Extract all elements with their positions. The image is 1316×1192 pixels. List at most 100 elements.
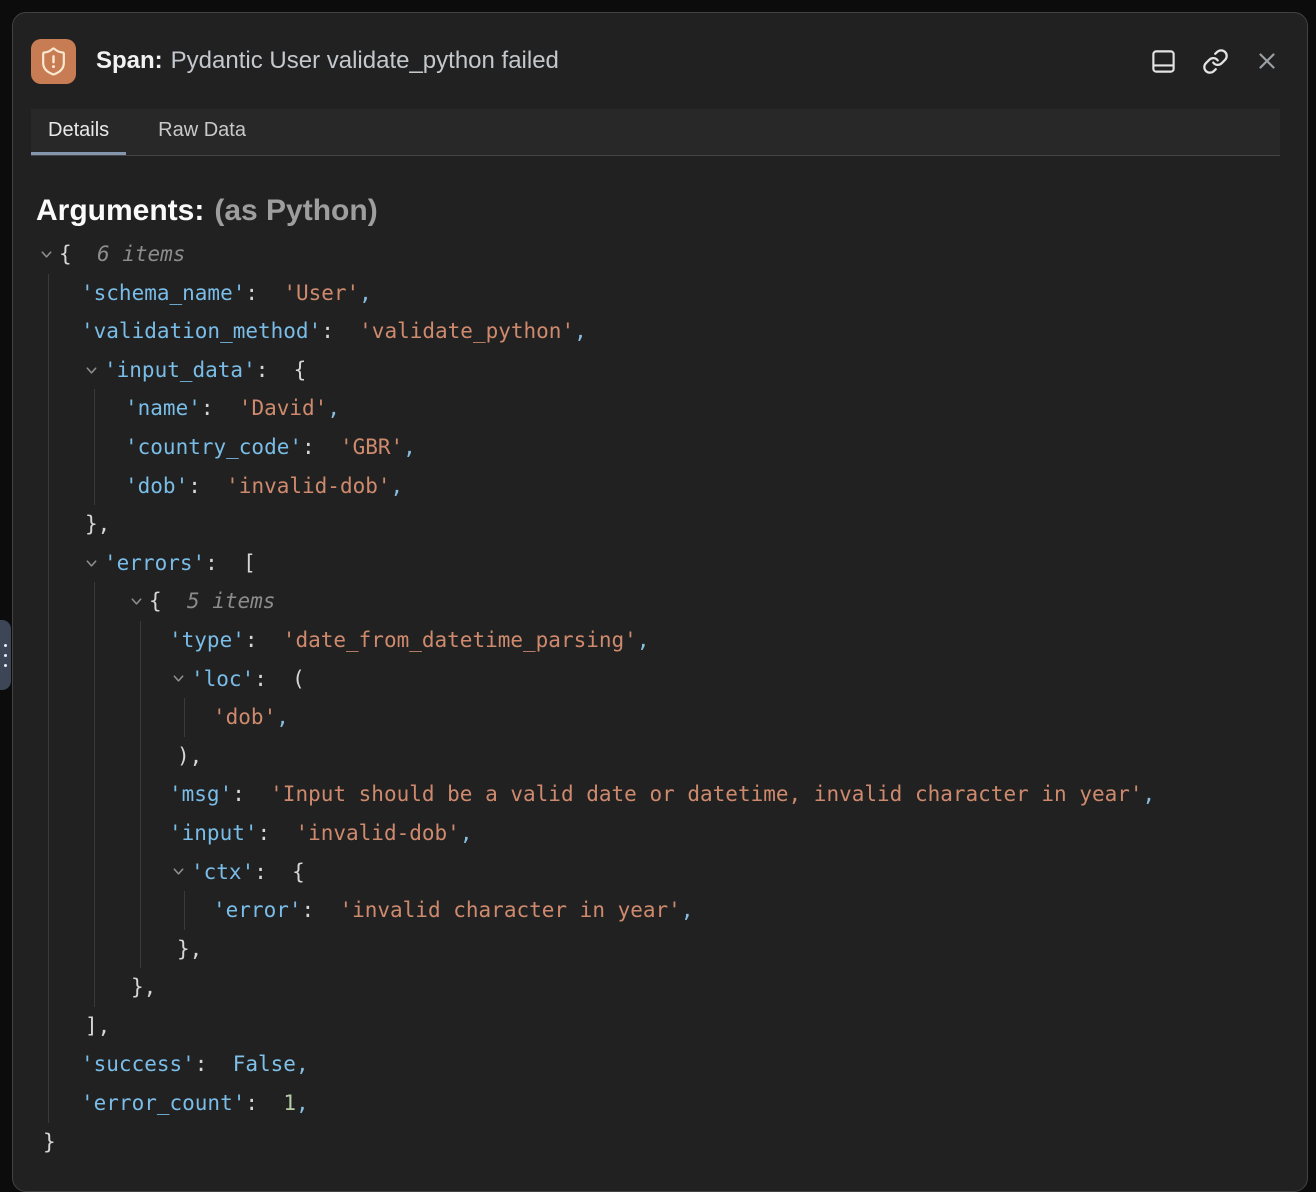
token-punct: : — [302, 435, 340, 459]
token-str: 'invalid-dob' — [295, 821, 459, 845]
span-detail-panel: Span:Pydantic User validate_python faile… — [12, 12, 1308, 1192]
indent-guide — [140, 853, 141, 892]
token-key: 'name' — [125, 396, 201, 420]
tree-row: 'type': 'date_from_datetime_parsing', — [13, 621, 1307, 660]
copy-link-button[interactable] — [1201, 47, 1229, 75]
token-comma: , — [296, 1052, 309, 1076]
token-punct: ), — [177, 744, 202, 768]
indent-guide — [48, 621, 49, 660]
token-key: 'validation_method' — [81, 319, 321, 343]
indent-guide — [94, 660, 95, 699]
chevron-down-icon[interactable] — [170, 864, 186, 880]
indent-guide — [48, 351, 49, 390]
chevron-down-icon[interactable] — [83, 362, 99, 378]
indent-guide — [94, 467, 95, 506]
indent-guide — [94, 814, 95, 853]
tree-row: 'name': 'David', — [13, 389, 1307, 428]
token-items: 6 items — [97, 242, 186, 266]
token-comma: , — [327, 396, 340, 420]
indent-guide — [140, 698, 141, 737]
token-punct: : — [321, 319, 359, 343]
token-key: 'dob' — [125, 474, 188, 498]
panel-resize-handle[interactable] — [0, 620, 11, 690]
indent-guide — [48, 698, 49, 737]
indent-guide — [140, 660, 141, 699]
tree-row: 'error_count': 1, — [13, 1084, 1307, 1123]
token-key: 'errors' — [104, 551, 205, 575]
indent-guide — [140, 621, 141, 660]
token-key: 'success' — [81, 1052, 195, 1076]
indent-guide — [140, 814, 141, 853]
indent-guide — [48, 814, 49, 853]
token-key: 'error_count' — [81, 1091, 245, 1115]
chevron-down-icon[interactable] — [38, 246, 54, 262]
tree-row: }, — [13, 505, 1307, 544]
indent-guide — [140, 891, 141, 930]
token-str: 'Input should be a valid date or datetim… — [270, 782, 1142, 806]
token-key: 'country_code' — [125, 435, 302, 459]
tree-row: } — [13, 1123, 1307, 1162]
token-str: 'date_from_datetime_parsing' — [283, 628, 637, 652]
indent-guide — [48, 274, 49, 313]
chevron-down-icon[interactable] — [128, 594, 144, 610]
indent-guide — [48, 930, 49, 969]
token-punct: : — [302, 898, 340, 922]
token-punct: }, — [131, 975, 156, 999]
token-punct: : — [195, 1052, 233, 1076]
token-comma: , — [391, 474, 404, 498]
indent-guide — [48, 389, 49, 428]
token-punct: : { — [254, 860, 305, 884]
token-items: 5 items — [187, 589, 276, 613]
token-key: 'type' — [169, 628, 245, 652]
token-key: 'input_data' — [104, 358, 256, 382]
token-punct: { — [149, 589, 187, 613]
token-punct: }, — [85, 512, 110, 536]
token-punct: : — [258, 821, 296, 845]
close-icon — [1254, 48, 1280, 74]
indent-guide — [48, 737, 49, 776]
tab-raw-data[interactable]: Raw Data — [141, 109, 263, 155]
token-key: 'ctx' — [191, 860, 254, 884]
arguments-label: Arguments: — [36, 194, 204, 227]
chevron-down-icon[interactable] — [83, 555, 99, 571]
token-punct: } — [43, 1130, 56, 1154]
token-str: 'David' — [239, 396, 328, 420]
token-punct: : — [245, 281, 283, 305]
token-num: 1 — [283, 1091, 296, 1115]
indent-guide — [94, 891, 95, 930]
tree-row: 'input': 'invalid-dob', — [13, 814, 1307, 853]
token-str: 'GBR' — [340, 435, 403, 459]
token-comma: , — [296, 1091, 309, 1115]
tree-row: 'success': False, — [13, 1045, 1307, 1084]
token-comma: , — [460, 821, 473, 845]
token-str: 'validate_python' — [359, 319, 574, 343]
link-icon — [1202, 48, 1229, 75]
token-comma: , — [359, 281, 372, 305]
token-comma: , — [637, 628, 650, 652]
token-punct: }, — [177, 937, 202, 961]
token-punct: : — [188, 474, 226, 498]
token-key: 'schema_name' — [81, 281, 245, 305]
panel-bottom-icon — [1150, 48, 1177, 75]
span-title-text: Pydantic User validate_python failed — [171, 47, 559, 74]
indent-guide — [48, 775, 49, 814]
token-punct: { — [59, 242, 97, 266]
indent-guide — [94, 389, 95, 428]
close-button[interactable] — [1253, 47, 1281, 75]
indent-guide — [48, 1007, 49, 1046]
dock-panel-button[interactable] — [1149, 47, 1177, 75]
indent-guide — [48, 428, 49, 467]
token-punct: : ( — [254, 667, 305, 691]
tree-row: 'country_code': 'GBR', — [13, 428, 1307, 467]
tree-row: }, — [13, 930, 1307, 969]
indent-guide — [48, 312, 49, 351]
indent-guide — [94, 737, 95, 776]
tab-details[interactable]: Details — [31, 109, 126, 155]
indent-guide — [140, 737, 141, 776]
token-punct: : { — [256, 358, 307, 382]
tree-row: 'input_data': { — [13, 351, 1307, 390]
chevron-down-icon[interactable] — [170, 671, 186, 687]
indent-guide — [94, 698, 95, 737]
indent-guide — [48, 582, 49, 621]
token-key: 'error' — [213, 898, 302, 922]
